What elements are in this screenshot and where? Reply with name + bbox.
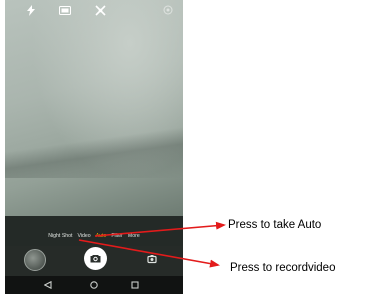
video-mode-annotation: Press to recordvideo — [230, 262, 336, 274]
auto-mode-annotation: Press to take Auto — [228, 219, 322, 231]
video-arrow — [78, 239, 220, 268]
auto-arrow — [94, 221, 226, 237]
annotation-arrows — [78, 221, 226, 268]
